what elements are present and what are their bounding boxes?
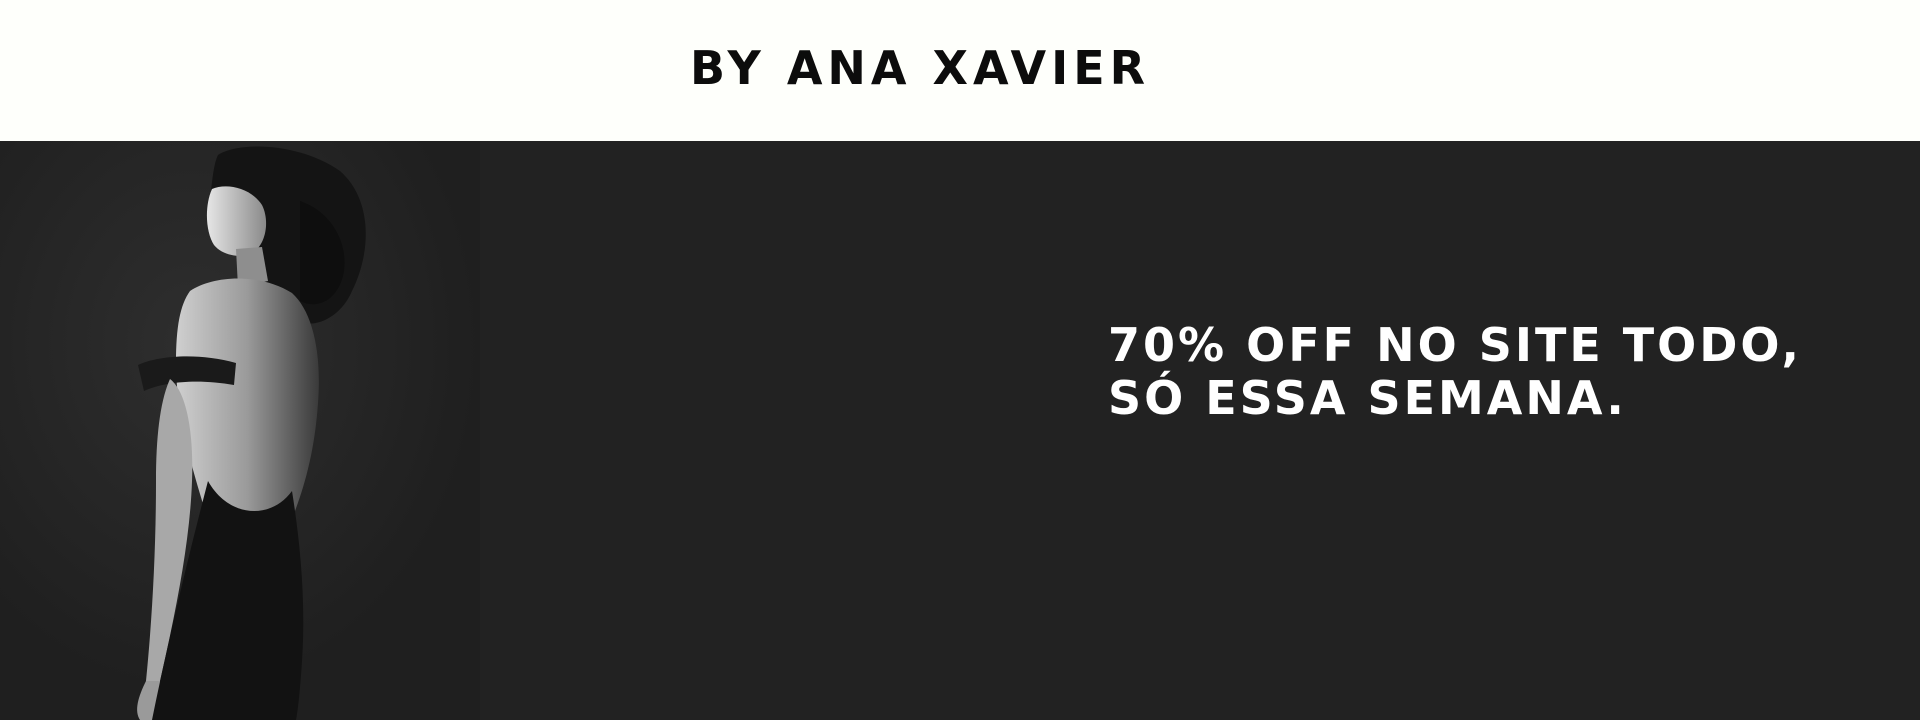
- header-bar: BY ANA XAVIER: [0, 0, 1920, 141]
- promo-headline: 70% OFF NO SITE TODO, SÓ ESSA SEMANA.: [1108, 319, 1888, 425]
- hero-section: 70% OFF NO SITE TODO, SÓ ESSA SEMANA.: [0, 141, 1920, 720]
- brand-logo-text[interactable]: BY ANA XAVIER: [0, 40, 1840, 96]
- headline-line-1: 70% OFF NO SITE TODO,: [1108, 318, 1802, 372]
- hero-model-photo: [0, 141, 480, 720]
- promo-banner: BY ANA XAVIER 70% OFF NO SITE TODO, SÓ E…: [0, 0, 1920, 720]
- headline-line-2: SÓ ESSA SEMANA.: [1108, 371, 1627, 425]
